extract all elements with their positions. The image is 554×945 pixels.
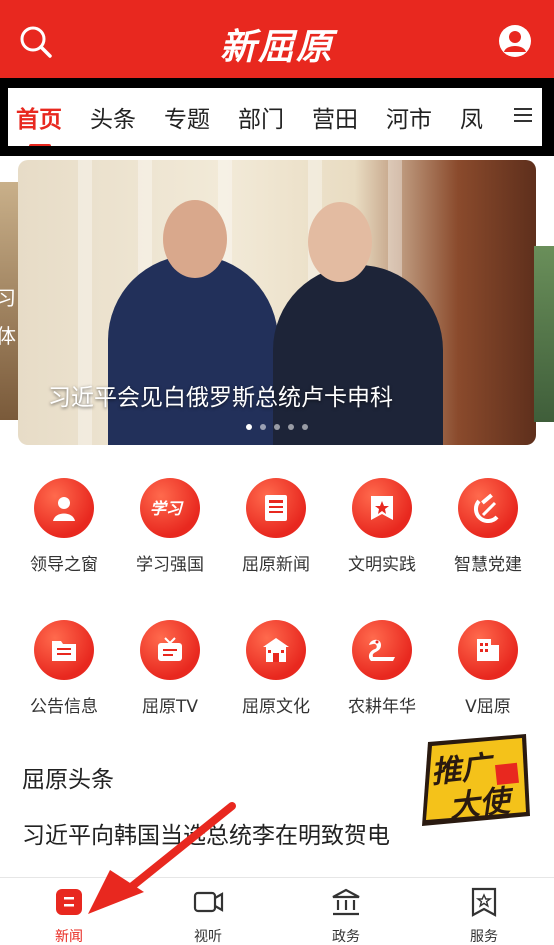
culture-icon [246,620,306,680]
carousel-dot[interactable] [260,424,266,430]
grid-item-study[interactable]: 学习 学习强国 [120,478,220,575]
grid-item-v[interactable]: V屈原 [438,620,538,717]
carousel-slide[interactable]: 习近平会见白俄罗斯总统卢卡申科 [18,160,536,445]
building-icon [458,620,518,680]
grid-item-culture[interactable]: 屈原文化 [226,620,326,717]
next-slide-peek[interactable] [534,246,554,422]
tv-icon [140,620,200,680]
promo-badge[interactable]: 推广 大使 [418,728,536,832]
channel-tabs: 首页 头条 专题 部门 营田 河市 凤 [8,88,542,146]
dragon-icon [352,620,412,680]
menu-icon[interactable] [512,104,534,126]
carousel-dot[interactable] [274,424,280,430]
government-icon [332,888,360,916]
news-icon [246,478,306,538]
nav-service[interactable]: 服务 [444,886,524,945]
carousel-dot[interactable] [246,424,252,430]
channel-tabs-frame: 首页 头条 专题 部门 营田 河市 凤 [0,78,554,156]
prev-slide-peek[interactable]: 习 体 [0,182,18,420]
grid-item-news[interactable]: 屈原新闻 [226,478,326,575]
tab-yingtian[interactable]: 营田 [312,100,358,134]
tab-feng[interactable]: 凤 [460,100,483,134]
service-icon [471,887,497,917]
tab-heshi[interactable]: 河市 [386,100,432,134]
leader-icon [34,478,94,538]
grid-item-party[interactable]: 智慧党建 [438,478,538,575]
study-icon: 学习 [140,478,200,538]
carousel-dots [18,424,536,430]
app-header: 新屈原 [0,0,554,78]
nav-government[interactable]: 政务 [306,886,386,945]
nav-video[interactable]: 视听 [168,886,248,945]
grid-item-tv[interactable]: 屈原TV [120,620,220,717]
person-head [308,202,372,282]
grid-item-civilization[interactable]: 文明实践 [332,478,432,575]
civilization-icon [352,478,412,538]
notice-icon [34,620,94,680]
grid-item-farming[interactable]: 农耕年华 [332,620,432,717]
person-head [163,200,227,278]
tab-topics[interactable]: 专题 [164,100,210,134]
tab-home[interactable]: 首页 [16,100,62,146]
tab-departments[interactable]: 部门 [238,100,284,134]
section-title: 屈原头条 [22,767,114,793]
slide-caption[interactable]: 习近平会见白俄罗斯总统卢卡申科 [48,378,393,412]
news-carousel[interactable]: 习 体 习近平会见白俄罗斯总统卢卡申科 [0,156,554,448]
bottom-nav: 新闻 视听 政务 服务 [0,877,554,945]
svg-text:大使: 大使 [448,783,516,825]
headline-link[interactable]: 习近平向韩国当选总统李在明致贺电 [22,816,390,850]
app-logo: 新屈原 [219,26,334,68]
person-figure [108,255,278,445]
grid-row: 领导之窗 学习 学习强国 屈原新闻 文明实践 智慧党建 [0,478,554,588]
carousel-dot[interactable] [288,424,294,430]
person-figure [273,265,443,445]
nav-news[interactable]: 新闻 [29,886,109,945]
grid-item-leader[interactable]: 领导之窗 [14,478,114,575]
grid-item-notice[interactable]: 公告信息 [14,620,114,717]
party-icon [458,478,518,538]
svg-text:推广: 推广 [429,749,497,791]
news-tab-icon [56,889,82,915]
tab-headlines[interactable]: 头条 [90,100,136,134]
svg-text:学习: 学习 [150,499,184,518]
user-icon[interactable] [498,24,532,58]
carousel-dot[interactable] [302,424,308,430]
video-icon [193,891,224,913]
grid-row: 公告信息 屈原TV 屈原文化 农耕年华 V屈原 [0,620,554,730]
